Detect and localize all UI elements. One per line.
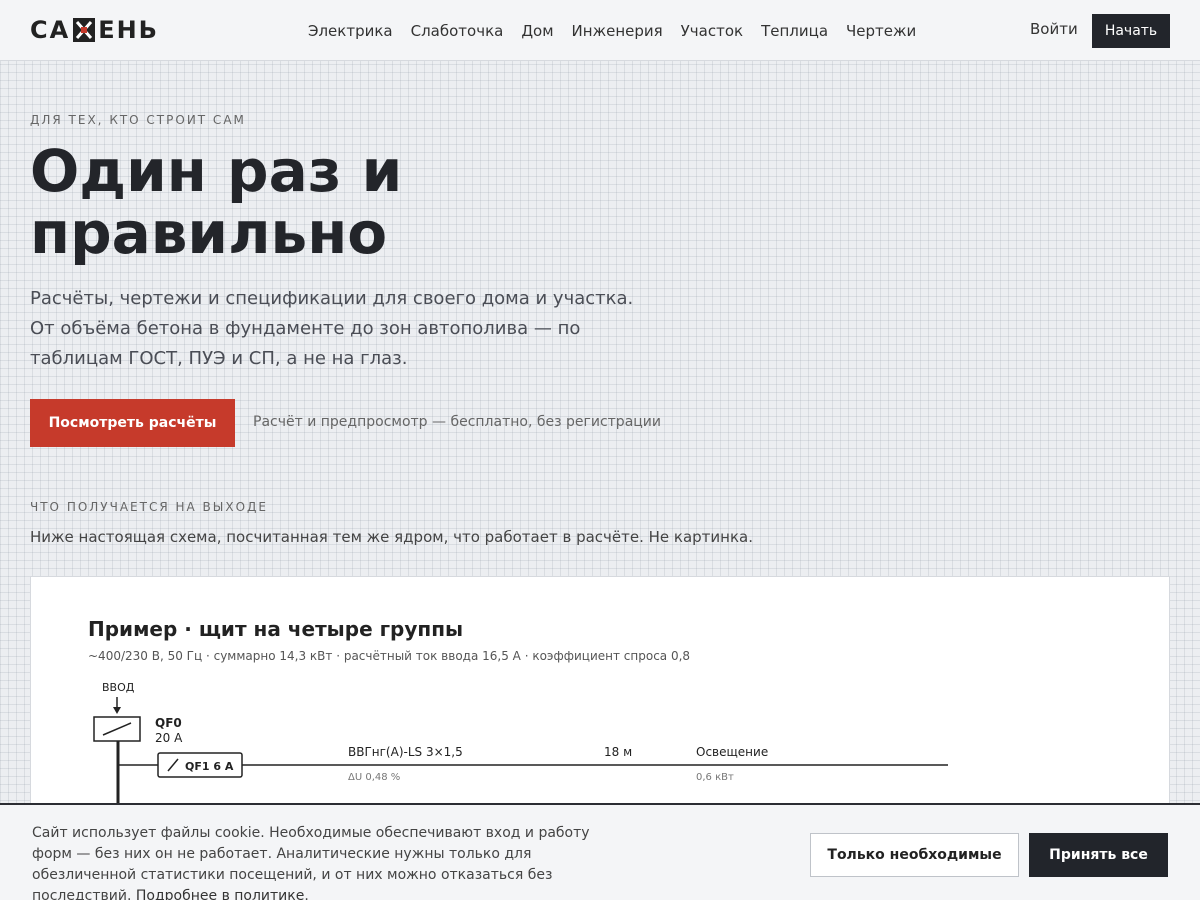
logo-text-right: ЕНЬ — [98, 16, 159, 44]
nav-greenhouse[interactable]: Теплица — [761, 22, 828, 40]
hero-eyebrow: ДЛЯ ТЕХ, КТО СТРОИТ САМ — [30, 113, 246, 127]
group-load-name: Освещение — [696, 745, 768, 759]
site-header: СА ЕНЬ Электрика Слаботочка Дом Инженери… — [0, 0, 1200, 61]
nav-plot[interactable]: Участок — [681, 22, 743, 40]
output-eyebrow: ЧТО ПОЛУЧАЕТСЯ НА ВЫХОДЕ — [30, 500, 268, 514]
output-description: Ниже настоящая схема, посчитанная тем же… — [30, 528, 753, 546]
cookie-text: Сайт использует файлы cookie. Необходимы… — [32, 823, 632, 900]
nav-low-current[interactable]: Слаботочка — [411, 22, 504, 40]
main-breaker-rating: 20 А — [155, 731, 183, 745]
nav-electrics[interactable]: Электрика — [308, 22, 393, 40]
login-link[interactable]: Войти — [1030, 20, 1078, 38]
logo-mark-icon — [72, 17, 96, 43]
input-label: ВВОД — [102, 681, 135, 694]
nav-engineering[interactable]: Инженерия — [572, 22, 663, 40]
group-cable-length: 18 м — [604, 745, 632, 759]
hero-title-line1: Один раз и — [30, 137, 403, 205]
logo[interactable]: СА ЕНЬ — [30, 15, 159, 45]
logo-text-left: СА — [30, 16, 71, 44]
input-arrow-icon — [113, 707, 121, 714]
necessary-only-button[interactable]: Только необходимые — [810, 833, 1019, 877]
cookie-text-suffix: . — [304, 888, 309, 900]
main-breaker-label: QF0 — [155, 716, 182, 730]
cookie-text-body: Сайт использует файлы cookie. Необходимы… — [32, 825, 590, 900]
cta-note: Расчёт и предпросмотр — бесплатно, без р… — [253, 414, 662, 430]
hero-title-line2: правильно — [30, 199, 388, 267]
group-breaker-label: QF1 6 А — [185, 760, 234, 773]
hero-subtitle: Расчёты, чертежи и спецификации для свое… — [30, 288, 634, 369]
group-power: 0,6 кВт — [696, 772, 734, 783]
main-nav: Электрика Слаботочка Дом Инженерия Участ… — [308, 0, 934, 61]
hero-title: Один раз и правильно — [30, 140, 630, 264]
nav-drawings[interactable]: Чертежи — [846, 22, 916, 40]
view-calculations-button[interactable]: Посмотреть расчёты — [30, 399, 235, 447]
nav-house[interactable]: Дом — [521, 22, 553, 40]
cookie-banner: Сайт использует файлы cookie. Необходимы… — [0, 803, 1200, 900]
group-voltage-drop: ΔU 0,48 % — [348, 772, 400, 783]
start-button[interactable]: Начать — [1092, 14, 1170, 48]
accept-all-button[interactable]: Принять все — [1029, 833, 1168, 877]
cookie-policy-link[interactable]: Подробнее в политике — [136, 888, 304, 900]
main-breaker-switch-icon — [102, 722, 132, 736]
group-cable-type: ВВГнг(А)-LS 3×1,5 — [348, 745, 463, 759]
